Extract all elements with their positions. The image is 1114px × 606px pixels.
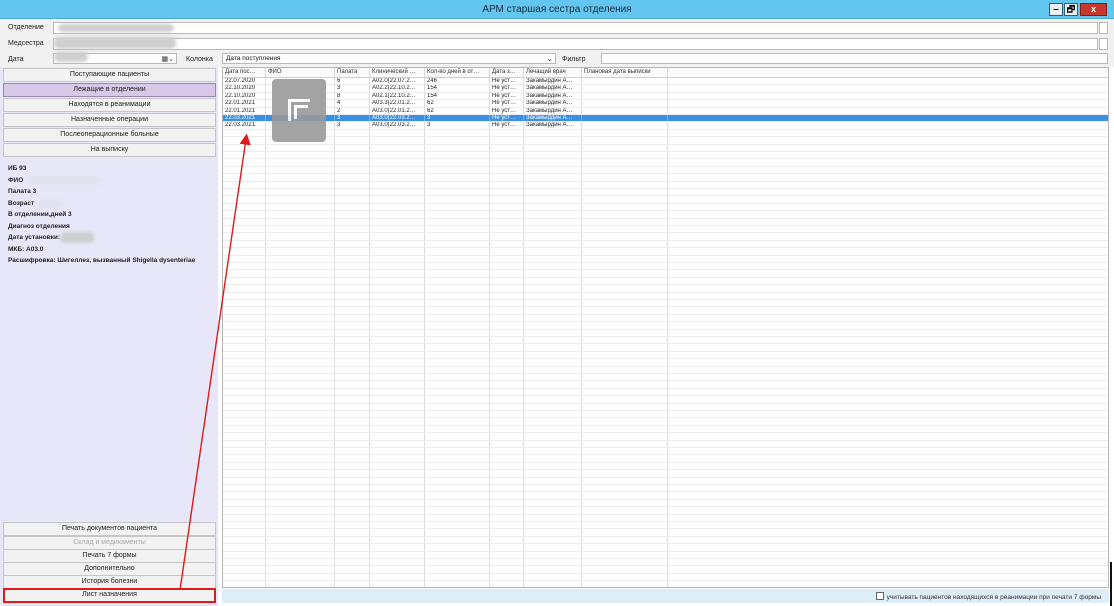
- annotation-arrow: [179, 133, 251, 591]
